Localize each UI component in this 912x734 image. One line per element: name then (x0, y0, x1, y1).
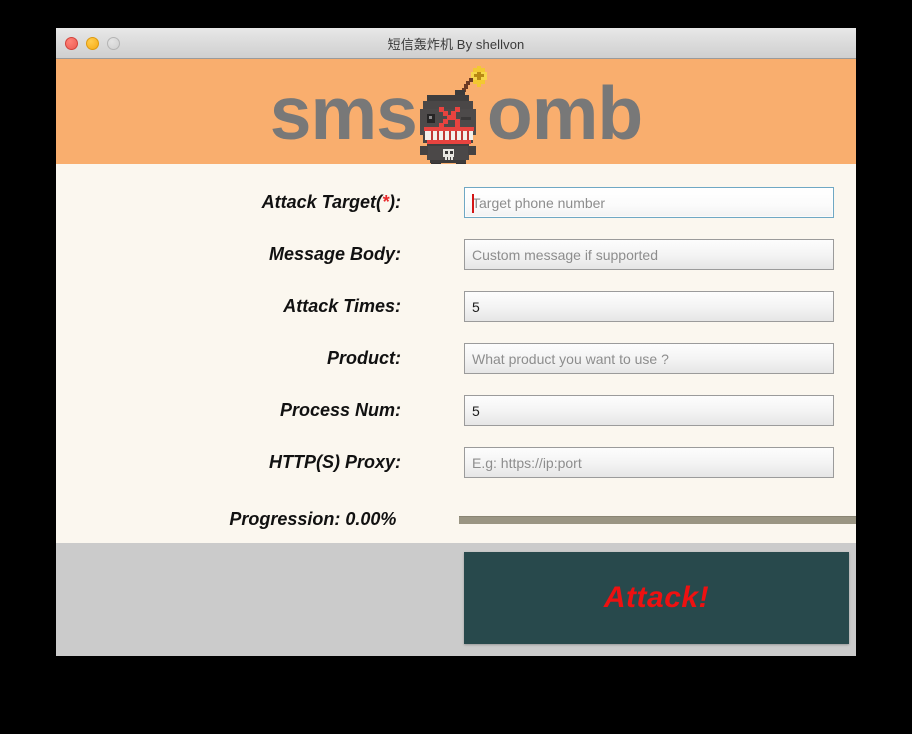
label-http-proxy: HTTP(S) Proxy: (268, 452, 401, 472)
logo-text-left: sms (269, 71, 418, 155)
field-wrapper-attack-target (464, 187, 834, 218)
form-row-process-num: Process Num: (56, 394, 856, 427)
attack-times-input[interactable] (464, 291, 834, 322)
label-attack-target: Attack Target(*): (56, 192, 401, 213)
window-title: 短信轰炸机 By shellvon (387, 36, 525, 52)
application-window: 短信轰炸机 By shellvon sms omb Attack Target(… (56, 28, 856, 656)
zoom-window-button[interactable] (107, 36, 120, 50)
bomb-mascot-icon (419, 65, 487, 164)
label-progression: Progression: 0.00% (229, 509, 397, 529)
label-process-num: Process Num: (279, 400, 401, 420)
label-attack-target-text: Attack Target( (261, 192, 382, 212)
form-row-product: Product: (56, 342, 856, 375)
form-row-message-body: Message Body: (56, 238, 856, 271)
form-body: Attack Target(*): Message Body: Attack T… (56, 164, 856, 543)
http-proxy-input[interactable] (464, 447, 834, 478)
window-controls (65, 28, 120, 58)
window-titlebar: 短信轰炸机 By shellvon (56, 28, 856, 59)
process-num-input[interactable] (464, 395, 834, 426)
form-row-attack-target: Attack Target(*): (56, 186, 856, 219)
header-banner: sms omb (56, 59, 856, 164)
label-product: Product: (327, 348, 401, 368)
app-logo: sms omb (56, 59, 856, 164)
field-wrapper-process-num (464, 395, 834, 426)
minimize-window-button[interactable] (86, 36, 99, 50)
required-asterisk: * (381, 192, 389, 212)
footer-panel: Attack! (56, 543, 856, 656)
label-attack-target-suffix: ): (389, 192, 401, 212)
progress-wrapper (459, 515, 856, 524)
message-body-input[interactable] (464, 239, 834, 270)
form-row-progression: Progression: 0.00% (56, 503, 856, 536)
close-window-button[interactable] (65, 36, 78, 50)
attack-button[interactable]: Attack! (464, 552, 849, 644)
field-wrapper-message-body (464, 239, 834, 270)
field-wrapper-product (464, 343, 834, 374)
attack-target-input[interactable] (464, 187, 834, 218)
label-message-body: Message Body: (268, 244, 401, 264)
field-wrapper-attack-times (464, 291, 834, 322)
label-attack-times: Attack Times: (283, 296, 401, 316)
text-caret (472, 194, 474, 213)
form-row-attack-times: Attack Times: (56, 290, 856, 323)
field-wrapper-http-proxy (464, 447, 834, 478)
form-row-http-proxy: HTTP(S) Proxy: (56, 446, 856, 479)
logo-text-right: omb (486, 71, 643, 155)
product-input[interactable] (464, 343, 834, 374)
progress-bar (459, 515, 856, 524)
